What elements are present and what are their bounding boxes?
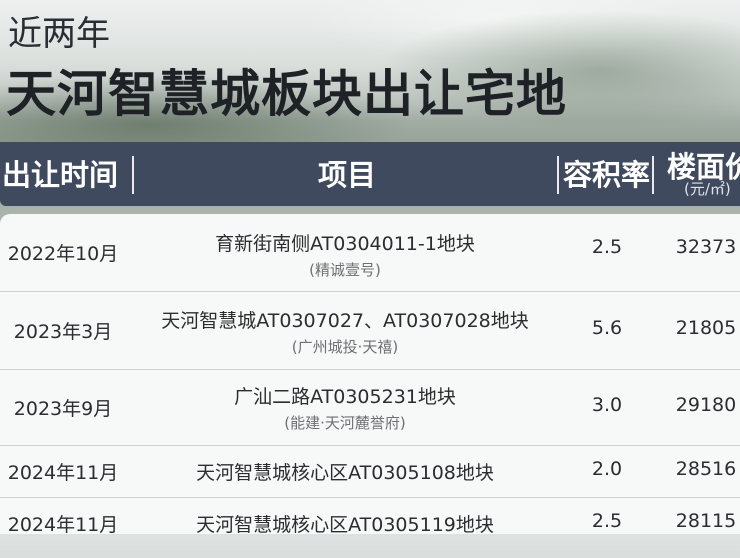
cell-ratio: 2.0 bbox=[591, 458, 623, 480]
cell-project: 天河智慧城核心区AT0305108地块 bbox=[196, 458, 494, 485]
project-name: 天河智慧城核心区AT0305119地块 bbox=[196, 514, 494, 536]
project-alias: (广州城投·天禧) bbox=[291, 338, 399, 356]
header-project: 项目 bbox=[318, 158, 377, 192]
project-alias: (能建·天河麓誉府) bbox=[284, 414, 406, 432]
divider bbox=[132, 156, 134, 194]
cell-project: 天河智慧城AT0307027、AT0307028地块 (广州城投·天禧) bbox=[161, 306, 529, 357]
cell-date: 2023年9月 bbox=[13, 398, 113, 420]
cell-price: 21805 bbox=[675, 317, 737, 339]
cell-project: 广汕二路AT0305231地块 (能建·天河麓誉府) bbox=[234, 382, 456, 433]
table-row: 2024年11月 天河智慧城核心区AT0305108地块 2.0 28516 bbox=[0, 446, 740, 498]
table-header: 出让时间 项目 容积率 楼面价 (元/㎡) bbox=[0, 142, 740, 206]
cell-project: 育新街南侧AT0304011-1地块 (精诚壹号) bbox=[215, 229, 475, 280]
cell-price: 29180 bbox=[675, 394, 737, 416]
cell-project: 天河智慧城核心区AT0305119地块 bbox=[196, 510, 494, 537]
project-name: 育新街南侧AT0304011-1地块 bbox=[215, 233, 475, 255]
cell-price: 28115 bbox=[675, 510, 737, 532]
cell-date: 2022年10月 bbox=[7, 243, 119, 265]
land-table: 2022年10月 育新街南侧AT0304011-1地块 (精诚壹号) 2.5 32… bbox=[0, 214, 740, 536]
subtitle: 近两年 bbox=[8, 14, 110, 54]
cell-ratio: 5.6 bbox=[591, 317, 623, 339]
project-name: 广汕二路AT0305231地块 bbox=[234, 386, 456, 408]
cell-ratio: 2.5 bbox=[591, 510, 623, 532]
header-ratio: 容积率 bbox=[563, 158, 651, 192]
table-row: 2024年11月 天河智慧城核心区AT0305119地块 2.5 28115 bbox=[0, 498, 740, 558]
project-name: 天河智慧城核心区AT0305108地块 bbox=[196, 462, 494, 484]
cell-date: 2024年11月 bbox=[7, 514, 119, 536]
divider bbox=[557, 156, 559, 194]
cell-ratio: 2.5 bbox=[591, 236, 623, 258]
cell-date: 2023年3月 bbox=[13, 321, 113, 343]
table-row: 2023年9月 广汕二路AT0305231地块 (能建·天河麓誉府) 3.0 29… bbox=[0, 370, 740, 446]
cell-price: 32373 bbox=[675, 236, 737, 258]
header-price-unit: (元/㎡) bbox=[684, 180, 731, 198]
cell-ratio: 3.0 bbox=[591, 394, 623, 416]
table-row: 2023年3月 天河智慧城AT0307027、AT0307028地块 (广州城投·… bbox=[0, 292, 740, 370]
project-name: 天河智慧城AT0307027、AT0307028地块 bbox=[161, 310, 529, 332]
page-title: 天河智慧城板块出让宅地 bbox=[6, 65, 567, 123]
project-alias: (精诚壹号) bbox=[309, 261, 381, 279]
cell-date: 2024年11月 bbox=[7, 462, 119, 484]
cell-price: 28516 bbox=[675, 458, 737, 480]
divider bbox=[652, 156, 654, 194]
header-date: 出让时间 bbox=[2, 158, 119, 192]
table-row: 2022年10月 育新街南侧AT0304011-1地块 (精诚壹号) 2.5 32… bbox=[0, 214, 740, 292]
